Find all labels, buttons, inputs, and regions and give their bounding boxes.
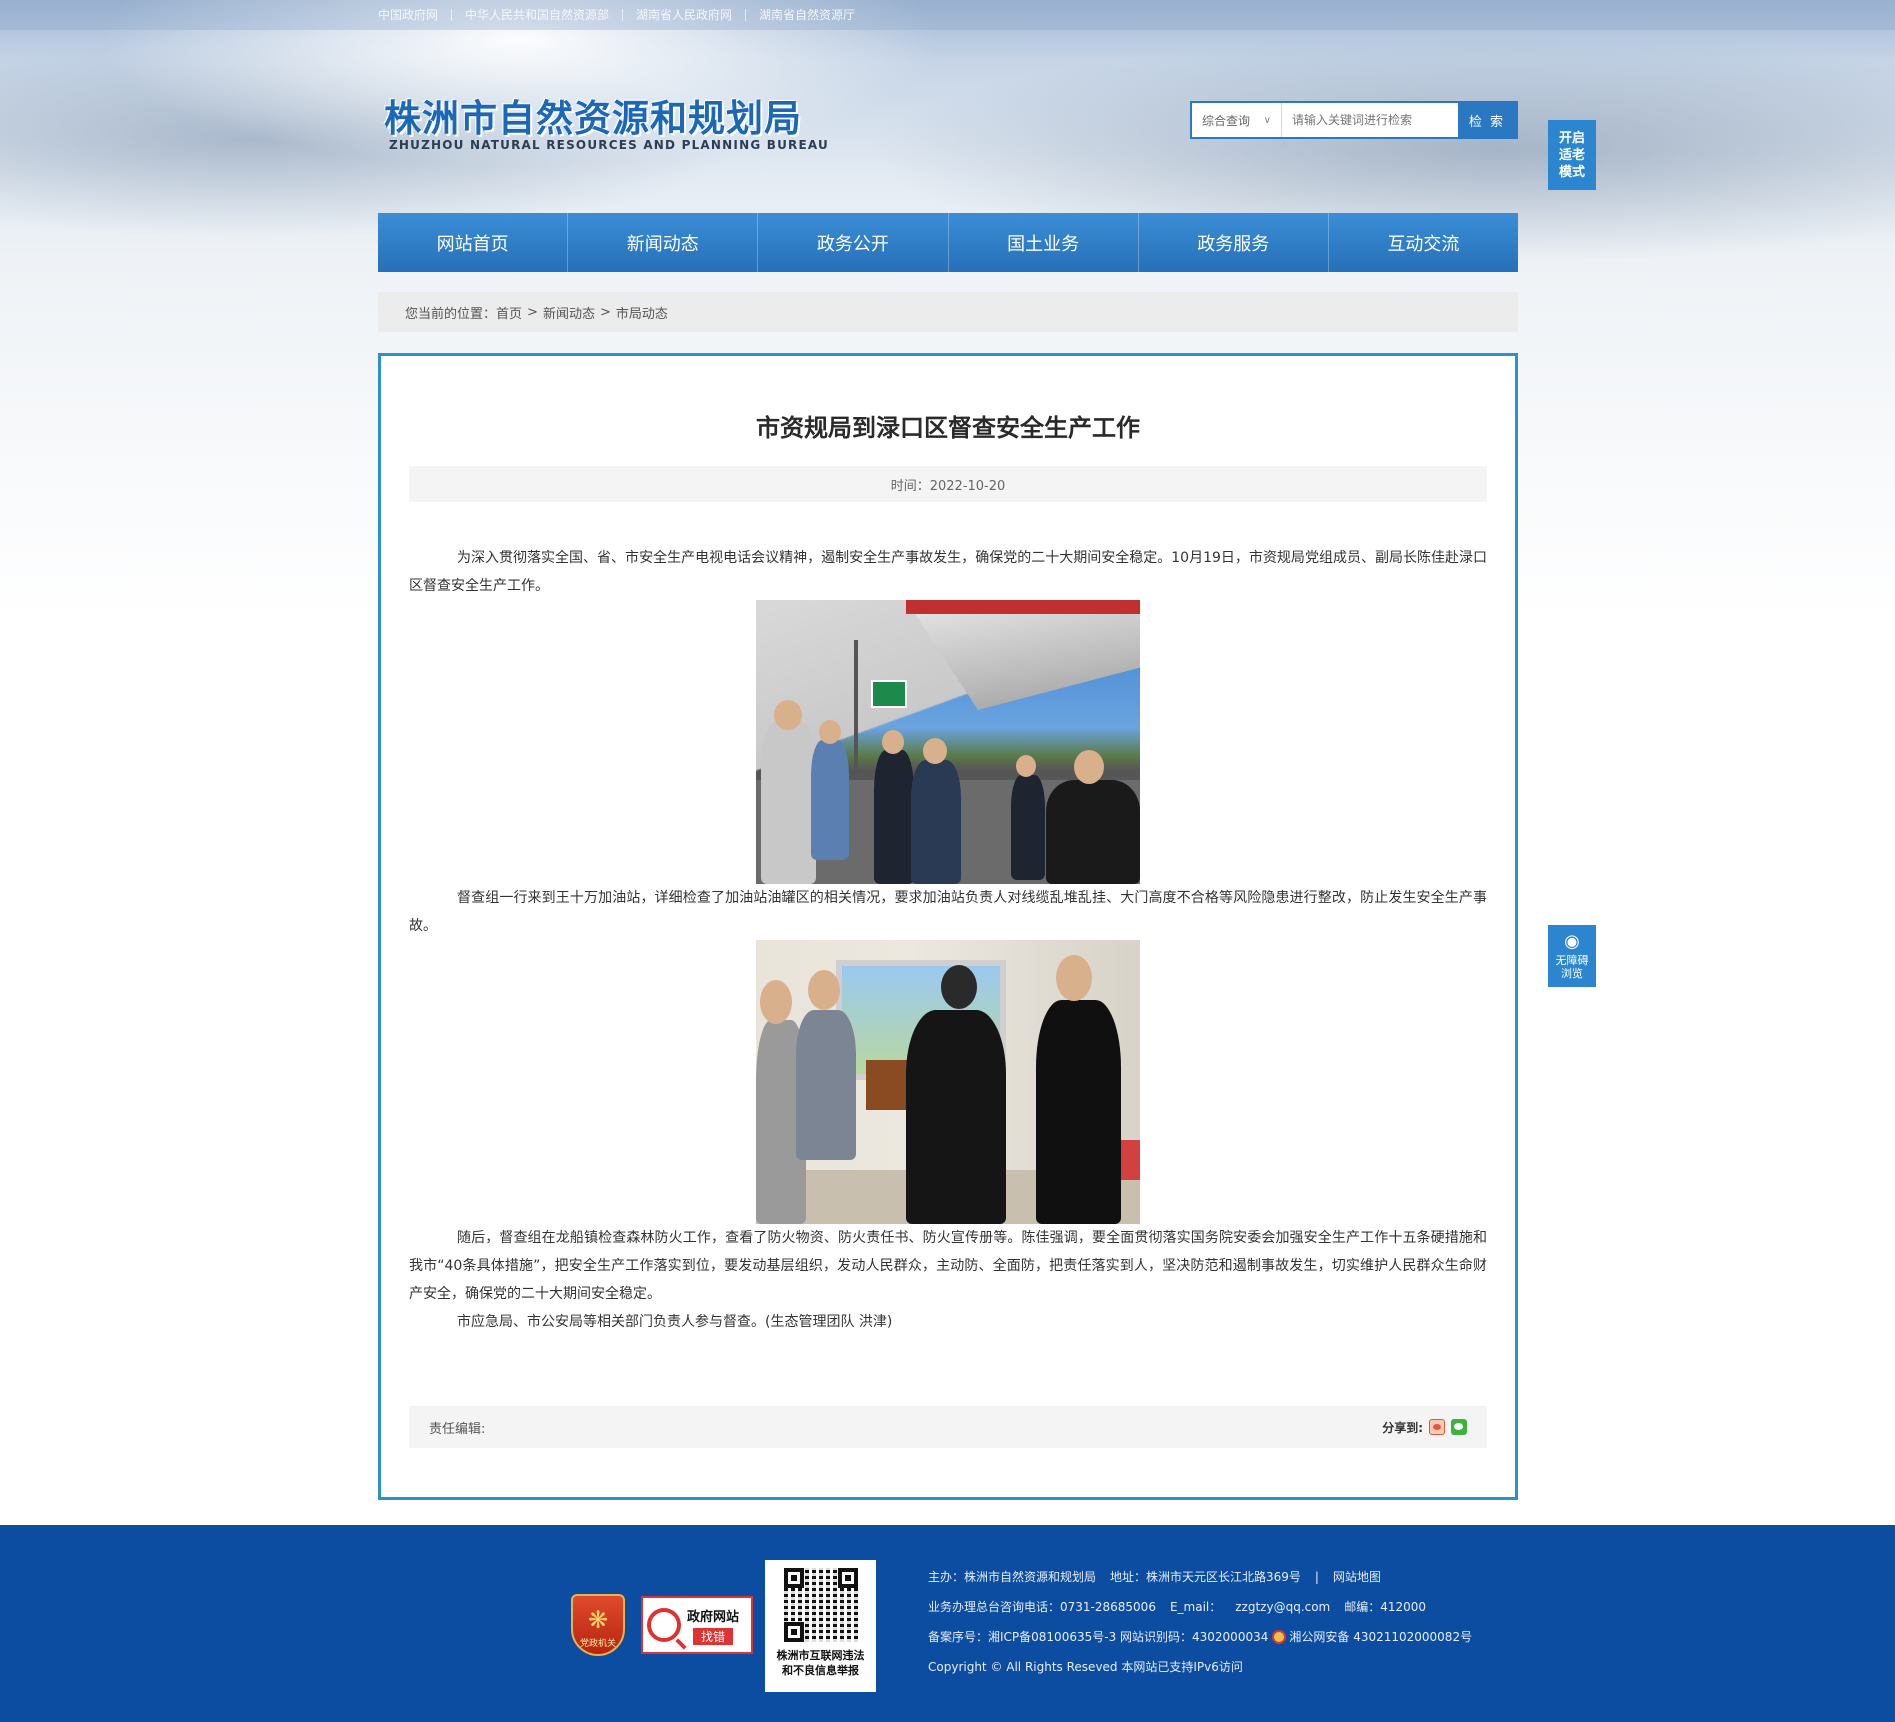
elder-mode-label-1: 开启 <box>1558 130 1585 146</box>
search-button[interactable]: 检 索 <box>1458 103 1516 137</box>
party-gov-badge[interactable]: ❋ 党政机关 <box>571 1594 625 1656</box>
search-scope-select[interactable]: 综合查询 ∨ <box>1192 103 1282 137</box>
gov-badge-title: 政府网站 <box>687 1609 740 1625</box>
site-logo-subtitle: ZHUZHOU NATURAL RESOURCES AND PLANNING B… <box>389 138 829 152</box>
site-logo-title[interactable]: 株洲市自然资源和规划局 <box>384 88 802 142</box>
gov-badge-text: 政府网站 找错 <box>687 1606 739 1645</box>
footer-line-sponsor: 主办：株洲市自然资源和规划局 地址：株洲市天元区长江北路369号 | 网站地图 <box>928 1562 1472 1592</box>
breadcrumb-label: 您当前的位置： <box>405 306 497 322</box>
article-paragraph: 督查组一行来到王十万加油站，详细检查了加油站油罐区的相关情况，要求加油站负责人对… <box>409 890 1487 934</box>
qr-caption-line-2: 和不良信息举报 <box>782 1664 859 1677</box>
nav-item-gov-info[interactable]: 政务公开 <box>758 213 949 272</box>
search-scope-value: 综合查询 <box>1202 113 1251 128</box>
gov-badge-action: 找错 <box>693 1627 734 1645</box>
elder-mode-label-2: 适老 <box>1558 147 1585 163</box>
nav-item-news[interactable]: 新闻动态 <box>568 213 759 272</box>
sitemap-link[interactable]: 网站地图 <box>1333 1562 1381 1592</box>
qr-caption-line-1: 株洲市互联网违法 <box>776 1649 865 1662</box>
share-label: 分享到: <box>1382 1420 1423 1435</box>
gov-error-report-badge[interactable]: 政府网站 找错 <box>641 1596 753 1654</box>
top-bar <box>0 0 1895 30</box>
footer-info: 主办：株洲市自然资源和规划局 地址：株洲市天元区长江北路369号 | 网站地图 … <box>928 1562 1472 1682</box>
footer-sponsor: 主办：株洲市自然资源和规划局 <box>928 1570 1097 1584</box>
breadcrumb-sep: > <box>527 304 538 320</box>
top-link-hunan-gov[interactable]: 湖南省人民政府网 <box>622 9 745 21</box>
article-title: 市资规局到渌口区督查安全生产工作 <box>756 414 1140 442</box>
share-group: 分享到: <box>1382 1419 1467 1436</box>
nav-item-services[interactable]: 政务服务 <box>1139 213 1329 272</box>
main-nav: 网站首页 新闻动态 政务公开 国土业务 政务服务 互动交流 <box>378 213 1518 272</box>
article-footer-bar: 责任编辑: 分享到: <box>409 1406 1487 1448</box>
nav-item-land[interactable]: 国土业务 <box>949 213 1139 272</box>
article-body: 为深入贯彻落实全国、省、市安全生产电视电话会议精神，遏制安全生产事故发生，确保党… <box>409 544 1487 1336</box>
accessibility-button[interactable]: ◉ 无障碍 浏览 <box>1548 925 1596 987</box>
article-panel: 市资规局到渌口区督查安全生产工作 时间：2022-10-20 为深入贯彻落实全国… <box>378 353 1518 1500</box>
breadcrumb-news[interactable]: 新闻动态 <box>543 303 595 322</box>
footer-address: 地址：株洲市天元区长江北路369号 <box>1110 1570 1301 1584</box>
footer-line-copyright: Copyright © All Rights Reseved 本网站已支持IPv… <box>928 1652 1472 1682</box>
top-link-gov[interactable]: 中国政府网 <box>378 9 451 21</box>
magnifier-icon <box>647 1608 681 1642</box>
party-emblem-icon: ❋ <box>587 1606 609 1634</box>
article-paragraph: 为深入贯彻落实全国、省、市安全生产电视电话会议精神，遏制安全生产事故发生，确保党… <box>409 550 1487 594</box>
editor-label: 责任编辑: <box>429 1421 486 1437</box>
accessibility-label-1: 无障碍 <box>1555 954 1589 967</box>
wechat-share-icon[interactable] <box>1451 1419 1467 1435</box>
nav-item-interaction[interactable]: 互动交流 <box>1329 213 1518 272</box>
chevron-down-icon: ∨ <box>1263 114 1271 126</box>
eye-icon: ◉ <box>1564 931 1580 952</box>
footer-line-record: 备案序号：湘ICP备08100635号-3 网站识别码：4302000034 湘… <box>928 1622 1472 1652</box>
article-time: 时间：2022-10-20 <box>890 478 1006 494</box>
article-paragraph: 随后，督查组在龙船镇检查森林防火工作，查看了防火物资、防火责任书、防火宣传册等。… <box>409 1230 1487 1302</box>
nav-item-home[interactable]: 网站首页 <box>378 213 569 272</box>
qr-caption: 株洲市互联网违法 和不良信息举报 <box>777 1648 865 1678</box>
search-input[interactable] <box>1282 103 1458 137</box>
footer-icp[interactable]: 备案序号：湘ICP备08100635号-3 网站识别码：4302000034 <box>928 1622 1268 1652</box>
breadcrumb-city-news[interactable]: 市局动态 <box>616 303 668 322</box>
gas-station-photo <box>756 600 1140 884</box>
breadcrumb-home[interactable]: 首页 <box>496 303 522 322</box>
accessibility-label-2: 浏览 <box>1561 967 1583 980</box>
elder-mode-label-3: 模式 <box>1558 164 1585 180</box>
article-meta: 时间：2022-10-20 <box>409 466 1487 502</box>
party-badge-label: 党政机关 <box>579 1639 616 1649</box>
footer-divider: | <box>1314 1570 1319 1584</box>
forest-fire-check-photo <box>756 940 1140 1224</box>
top-links: 中国政府网 中华人民共和国自然资源部 湖南省人民政府网 湖南省自然资源厅 <box>378 0 868 30</box>
footer-copyright: Copyright © All Rights Reseved 本网站已支持IPv… <box>928 1660 1243 1674</box>
qr-code-icon <box>783 1568 858 1642</box>
search-box: 综合查询 ∨ 检 索 <box>1190 101 1518 139</box>
article-paragraph: 市应急局、市公安局等相关部门负责人参与督查。(生态管理团队 洪津) <box>457 1314 893 1330</box>
footer-public-security[interactable]: 湘公网安备 43021102000082号 <box>1289 1622 1472 1652</box>
breadcrumb: 您当前的位置： 首页 > 新闻动态 > 市局动态 <box>378 292 1518 332</box>
footer-postcode: 邮编：412000 <box>1344 1600 1427 1614</box>
footer-email[interactable]: zzgtzy@qq.com <box>1235 1592 1330 1622</box>
police-badge-icon <box>1272 1630 1287 1644</box>
footer-email-label: E_mail： <box>1169 1600 1222 1614</box>
footer-line-contact: 业务办理总台咨询电话：0731-28685006 E_mail： zzgtzy@… <box>928 1592 1472 1622</box>
report-qr-card[interactable]: 株洲市互联网违法 和不良信息举报 <box>765 1560 876 1692</box>
top-link-mnr[interactable]: 中华人民共和国自然资源部 <box>451 9 622 21</box>
breadcrumb-sep: > <box>599 304 611 320</box>
top-link-hunan-nr[interactable]: 湖南省自然资源厅 <box>745 9 868 21</box>
footer-phone: 业务办理总台咨询电话：0731-28685006 <box>928 1600 1156 1614</box>
elder-mode-button[interactable]: 开启 适老 模式 <box>1548 120 1596 190</box>
weibo-share-icon[interactable] <box>1429 1419 1445 1435</box>
